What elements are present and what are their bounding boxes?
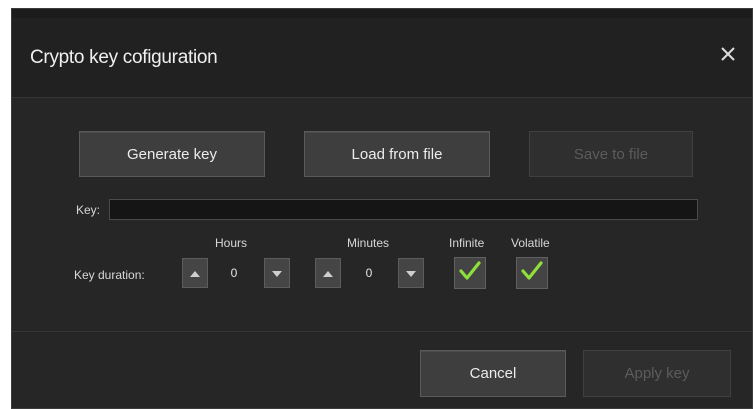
- volatile-label: Volatile: [511, 236, 550, 250]
- dialog-header: Crypto key cofiguration: [12, 18, 752, 98]
- hours-decrement-button[interactable]: [264, 258, 290, 288]
- load-from-file-button[interactable]: Load from file: [304, 131, 490, 177]
- close-icon: [716, 42, 740, 66]
- minutes-value[interactable]: 0: [357, 258, 381, 288]
- infinite-label: Infinite: [449, 236, 485, 250]
- infinite-checkbox[interactable]: [454, 257, 486, 289]
- volatile-checkbox[interactable]: [516, 257, 548, 289]
- checkmark-icon: [458, 260, 482, 287]
- chevron-down-icon: [272, 264, 282, 282]
- minutes-label: Minutes: [347, 236, 390, 250]
- crypto-key-dialog: Crypto key cofiguration Generate key Loa…: [11, 8, 753, 409]
- key-duration-label: Key duration:: [74, 268, 145, 282]
- footer-divider: [12, 331, 752, 332]
- apply-key-button[interactable]: Apply key: [583, 350, 731, 397]
- save-to-file-button[interactable]: Save to file: [529, 131, 693, 177]
- close-button[interactable]: [716, 42, 740, 66]
- generate-key-button[interactable]: Generate key: [79, 131, 265, 177]
- hours-value[interactable]: 0: [222, 258, 246, 288]
- dialog-top-stripe: [12, 9, 752, 18]
- dialog-title: Crypto key cofiguration: [30, 47, 218, 68]
- checkmark-icon: [520, 260, 544, 287]
- minutes-decrement-button[interactable]: [398, 258, 424, 288]
- key-label: Key:: [76, 203, 101, 217]
- chevron-down-icon: [406, 264, 416, 282]
- cancel-button[interactable]: Cancel: [420, 350, 566, 397]
- minutes-increment-button[interactable]: [315, 258, 341, 288]
- key-input[interactable]: [109, 199, 698, 220]
- hours-increment-button[interactable]: [182, 258, 208, 288]
- chevron-up-icon: [323, 264, 333, 282]
- hours-label: Hours: [215, 236, 248, 250]
- chevron-up-icon: [190, 264, 200, 282]
